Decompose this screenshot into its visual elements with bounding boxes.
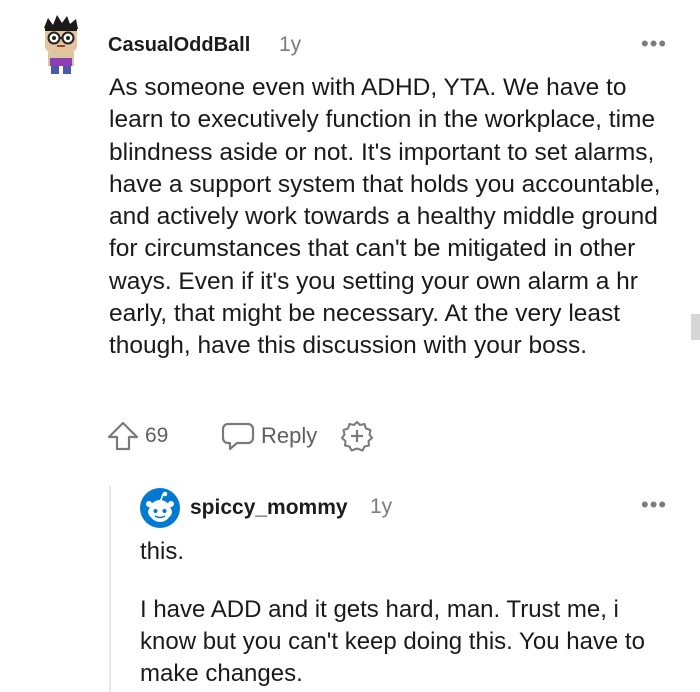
comment-body: As someone even with ADHD, YTA. We have …	[109, 72, 679, 363]
reply-label: Reply	[261, 423, 318, 448]
scrollbar-thumb[interactable]	[691, 314, 700, 340]
comment-text: As someone even with ADHD, YTA. We have …	[109, 74, 661, 360]
comment-username[interactable]: CasualOddBall	[108, 34, 250, 57]
reply-button[interactable]: Reply	[221, 421, 317, 451]
more-options-icon[interactable]: •••	[641, 33, 667, 55]
snoo-avatar-icon[interactable]	[140, 488, 180, 528]
upvote-icon[interactable]	[106, 420, 140, 452]
comment-actions: 69 Reply	[106, 418, 374, 454]
speech-bubble-icon	[221, 422, 255, 451]
thread-line[interactable]	[109, 486, 111, 692]
reply-body: this. I have ADD and it gets hard, man. …	[140, 536, 680, 690]
vote-score: 69	[145, 424, 169, 447]
award-plus-icon[interactable]	[341, 420, 374, 452]
user-avatar[interactable]	[38, 14, 84, 76]
reply-paragraph: I have ADD and it gets hard, man. Trust …	[140, 596, 645, 687]
reply-username[interactable]: spiccy_mommy	[190, 496, 348, 520]
reply-age: 1y	[370, 495, 393, 518]
comment-age: 1y	[279, 33, 302, 56]
reply-paragraph: this.	[140, 538, 185, 565]
more-options-icon[interactable]: •••	[641, 494, 667, 516]
